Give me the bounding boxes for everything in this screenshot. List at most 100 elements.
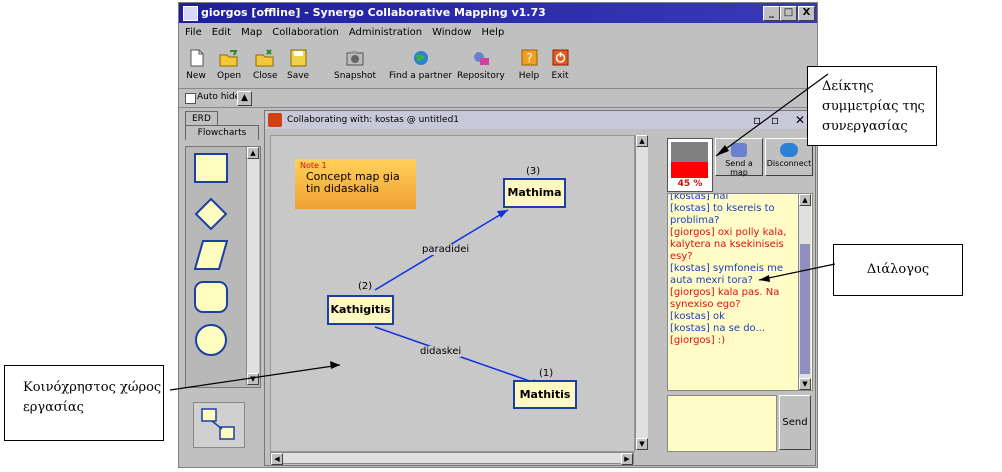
close-window-button[interactable]: X [798, 6, 815, 21]
shape-rectangle[interactable] [194, 153, 228, 183]
collapse-up-button[interactable]: ▲ [237, 91, 252, 106]
chat-message: [giorgos] kala pas. Na [670, 287, 780, 298]
snapshot-button[interactable]: Snapshot [334, 49, 376, 81]
snapshot-label: Snapshot [334, 71, 377, 81]
chat-message: synexiso ego? [670, 299, 741, 310]
find-partner-label: Find a partner [389, 71, 453, 81]
collab-title: Collaborating with: kostas @ untitled1 [287, 115, 460, 125]
palette-scrollbar[interactable]: ▲ ▼ [246, 147, 259, 385]
concept-links [374, 209, 542, 386]
help-button[interactable]: ? Help [518, 49, 540, 81]
chat-message: [giorgos] :) [670, 335, 726, 346]
shape-rounded-rect[interactable] [194, 281, 228, 313]
new-file-icon [185, 49, 207, 67]
autohide-label: Auto hide [197, 92, 241, 102]
chat-input[interactable] [667, 395, 777, 452]
float-icon[interactable]: ▫ [771, 111, 779, 129]
disconnect-icon [780, 143, 798, 157]
chat-message: [kostas] ok [670, 311, 725, 322]
repository-button[interactable]: Repository [457, 49, 505, 81]
exit-label: Exit [551, 71, 569, 81]
restore-icon[interactable]: ▫ [753, 111, 761, 129]
chat-messages: [kostas] nai [kostas] to ksereis to probli… [668, 194, 796, 347]
chat-scroll-thumb[interactable] [800, 244, 810, 374]
symmetry-indicator: 45 % [667, 138, 713, 192]
find-partner-icon [410, 49, 432, 67]
send-map-icon [731, 143, 747, 157]
edge-label-didaskei[interactable]: didaskei [420, 346, 462, 357]
chat-message: kalytera na ksekiniseis [670, 239, 784, 250]
collab-title-bar: Collaborating with: kostas @ untitled1 ▫… [265, 111, 815, 129]
menu-collaboration[interactable]: Collaboration [272, 27, 339, 38]
chat-message: [kostas] na se do... [670, 323, 766, 334]
open-button[interactable]: Open [217, 49, 241, 81]
menu-help[interactable]: Help [482, 27, 505, 38]
toolbar: New Open Close Save Snapshot Find a part… [179, 43, 817, 89]
canvas-hscrollbar[interactable]: ◀ ▶ [270, 452, 634, 465]
symmetry-value: 45 % [677, 179, 703, 189]
chat-message: [giorgos] oxi polly kala, [670, 227, 787, 238]
save-icon [287, 49, 309, 67]
collab-side-panel: 45 % Send a map Disconnect [kostas] nai[… [657, 135, 815, 465]
canvas-scroll-up[interactable]: ▲ [636, 135, 648, 147]
tab-flowcharts[interactable]: Flowcharts [185, 125, 259, 140]
autohide-checkbox[interactable] [185, 93, 196, 104]
chat-scrollbar[interactable]: ▲ ▼ [798, 194, 811, 390]
connector-tool[interactable] [193, 402, 245, 448]
title-bar: giorgos [offline] - Synergo Collaborativ… [179, 3, 817, 23]
collab-close-icon[interactable]: ✕ [795, 111, 805, 129]
save-label: Save [287, 71, 310, 81]
app-icon [183, 6, 198, 21]
annotation-dialogue: Διάλογος [833, 244, 963, 296]
repository-icon [470, 49, 492, 67]
exit-button[interactable]: Exit [549, 49, 571, 81]
shared-workspace[interactable]: Note 1 Concept map gia tin didaskalia Ma… [270, 135, 635, 452]
chat-message: [kostas] symfoneis me [670, 263, 784, 274]
open-label: Open [217, 71, 242, 81]
chat-scroll-up[interactable]: ▲ [799, 194, 811, 206]
symmetry-bar [671, 142, 708, 178]
window-title: giorgos [offline] - Synergo Collaborativ… [201, 6, 546, 19]
node-number-2: (2) [358, 281, 373, 292]
app-window: giorgos [offline] - Synergo Collaborativ… [178, 2, 818, 468]
chat-message: esy? [670, 251, 693, 262]
node-mathima[interactable]: Mathima [503, 178, 566, 208]
camera-icon [344, 49, 366, 67]
annotation-workspace: Κοινόχρηστος χώρος εργασίας [4, 365, 164, 441]
tab-erd[interactable]: ERD [185, 111, 218, 126]
canvas-vscrollbar[interactable]: ▲ ▼ [635, 135, 648, 450]
send-button[interactable]: Send [779, 395, 811, 450]
menu-administration[interactable]: Administration [349, 27, 422, 38]
chat-scroll-down[interactable]: ▼ [799, 378, 811, 390]
canvas-scroll-down[interactable]: ▼ [636, 438, 648, 450]
maximize-button[interactable]: □ [780, 6, 797, 21]
chat-message: auta mexri tora? [670, 275, 753, 286]
minimize-button[interactable]: _ [763, 6, 780, 21]
canvas-scroll-left[interactable]: ◀ [271, 453, 283, 465]
gift-icon [268, 113, 282, 127]
new-button[interactable]: New [185, 49, 207, 81]
palette-panel: ERD Flowcharts ▲ ▼ [183, 110, 261, 465]
shape-parallelogram[interactable] [193, 239, 229, 271]
repository-label: Repository [457, 71, 505, 81]
save-button[interactable]: Save [287, 49, 309, 81]
send-map-button[interactable]: Send a map [715, 138, 763, 177]
disconnect-button[interactable]: Disconnect [765, 138, 813, 176]
menu-file[interactable]: File [185, 27, 202, 38]
menu-map[interactable]: Map [241, 27, 262, 38]
scroll-up-button[interactable]: ▲ [247, 147, 259, 159]
shape-diamond[interactable] [194, 197, 228, 231]
node-mathitis[interactable]: Mathitis [513, 380, 577, 409]
symmetry-fill [671, 162, 708, 178]
menu-window[interactable]: Window [432, 27, 471, 38]
power-icon [549, 49, 571, 67]
canvas-scroll-right[interactable]: ▶ [621, 453, 633, 465]
menu-edit[interactable]: Edit [212, 27, 231, 38]
node-kathigitis[interactable]: Kathigitis [327, 295, 394, 325]
close-button[interactable]: Close [253, 49, 278, 81]
shape-circle[interactable] [194, 323, 228, 357]
annotation-symmetry: Δείκτης συμμετρίας της συνεργασίας [807, 66, 937, 146]
scroll-down-button[interactable]: ▼ [247, 373, 259, 385]
find-partner-button[interactable]: Find a partner [389, 49, 452, 81]
edge-label-paradidei[interactable]: paradidei [422, 244, 470, 255]
